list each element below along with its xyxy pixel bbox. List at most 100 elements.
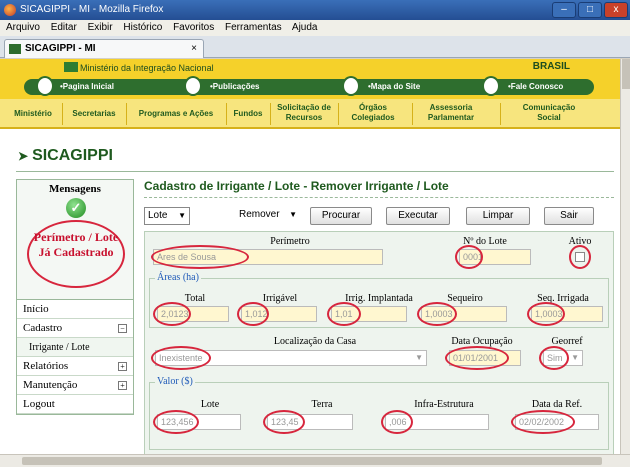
nlote-label: Nº do Lote (463, 236, 507, 247)
sidebar-item-cadastro[interactable]: Cadastro − (17, 319, 133, 338)
vertical-scrollbar[interactable] (620, 59, 630, 454)
clear-button[interactable]: Limpar (466, 207, 530, 225)
tab-bar: SICAGIPPI - MI × (0, 36, 630, 58)
page-title: Cadastro de Irrigante / Lote - Remover I… (144, 179, 449, 193)
ativo-checkbox[interactable] (575, 252, 585, 262)
local-field[interactable]: Inexistente ▼ (155, 350, 427, 366)
dropdown-arrow-icon: ▼ (178, 211, 186, 220)
nav-publicacoes[interactable]: •Publicações (210, 79, 260, 95)
nav-fale-conosco[interactable]: •Fale Conosco (508, 79, 563, 95)
sequeiro-field[interactable]: 1,0003 (421, 306, 507, 322)
georref-label: Georref (551, 336, 583, 347)
lote-value-field[interactable]: 123,456 (157, 414, 241, 430)
brasil-logo: BRASIL (532, 61, 570, 72)
infra-field[interactable]: ,006 (385, 414, 489, 430)
sidebar-item-inicio[interactable]: Início (17, 300, 133, 319)
lote-label: Lote (200, 399, 220, 410)
browser-tab[interactable]: SICAGIPPI - MI × (4, 39, 204, 58)
seqirrigada-label: Seq. Irrigada (537, 293, 589, 304)
execute-button[interactable]: Executar (386, 207, 450, 225)
window-title: SICAGIPPI - MI - Mozilla Firefox (20, 4, 164, 15)
georref-select[interactable]: Sim ▼ (543, 350, 583, 366)
gov-header: Ministério da Integração Nacional BRASIL… (0, 59, 620, 99)
close-window-button[interactable]: x (604, 2, 628, 18)
message-text: Perímetro / Lote Já Cadastrado (27, 220, 125, 288)
exit-button[interactable]: Sair (544, 207, 594, 225)
horizontal-scrollbar[interactable] (0, 454, 630, 467)
menu-historico[interactable]: Histórico (123, 22, 162, 33)
mainnav-programas[interactable]: Programas e Ações (130, 109, 222, 119)
dropdown-arrow-icon: ▼ (415, 353, 423, 362)
divider (16, 171, 614, 172)
mainnav-solicitacao[interactable]: Solicitação de Recursos (274, 103, 334, 123)
dataocup-label: Data Ocupação (451, 336, 513, 347)
expand-icon[interactable]: + (118, 362, 127, 371)
dropdown-arrow-icon: ▼ (571, 353, 579, 362)
messages-heading: Mensagens (49, 183, 101, 195)
gov-nav: •Pagina Inicial •Publicações •Mapa do Si… (24, 76, 594, 96)
mainnav-assessoria[interactable]: Assessoria Parlamentar (420, 103, 482, 123)
dropdown-arrow-icon: ▼ (289, 210, 297, 219)
expand-icon[interactable]: + (118, 381, 127, 390)
implantada-label: Irrig. Implantada (345, 293, 413, 304)
nav-pagina-inicial[interactable]: •Pagina Inicial (60, 79, 114, 95)
entity-select[interactable]: Lote ▼ (144, 207, 190, 225)
main-nav: Ministério Secretarias Programas e Ações… (0, 99, 620, 129)
dataocup-field[interactable]: 01/01/2001 (449, 350, 521, 366)
sidebar-item-irrigante-lote[interactable]: Irrigante / Lote (17, 338, 133, 357)
firefox-icon (4, 4, 16, 16)
sidebar-menu: Início Cadastro − Irrigante / Lote Relató… (16, 299, 134, 415)
contact-icon (482, 76, 500, 96)
nav-mapa-site[interactable]: •Mapa do Site (368, 79, 420, 95)
collapse-icon[interactable]: − (118, 324, 127, 333)
infra-label: Infra-Estrutura (414, 399, 474, 410)
menu-exibir[interactable]: Exibir (88, 22, 113, 33)
ministry-name[interactable]: Ministério da Integração Nacional (80, 63, 214, 73)
window-titlebar: SICAGIPPI - MI - Mozilla Firefox – □ x (0, 0, 630, 20)
irrigavel-field[interactable]: 1,012 (241, 306, 317, 322)
mainnav-ministerio[interactable]: Ministério (8, 109, 58, 119)
menu-arquivo[interactable]: Arquivo (6, 22, 40, 33)
tab-close-icon[interactable]: × (191, 40, 197, 58)
areas-legend: Áreas (ha) (155, 272, 201, 283)
irrigavel-label: Irrigável (262, 293, 298, 304)
sidebar-item-logout[interactable]: Logout (17, 395, 133, 414)
mainnav-fundos[interactable]: Fundos (230, 109, 266, 119)
home-icon (36, 76, 54, 96)
mainnav-secretarias[interactable]: Secretarias (66, 109, 122, 119)
terra-field[interactable]: 123,45 (267, 414, 353, 430)
mainnav-orgaos[interactable]: Órgãos Colegiados (346, 103, 400, 123)
valor-legend: Valor ($) (155, 376, 195, 387)
implantada-field[interactable]: 1,01 (331, 306, 407, 322)
sidebar-item-relatorios[interactable]: Relatórios + (17, 357, 133, 376)
flag-icon (64, 62, 78, 72)
mainnav-comunicacao[interactable]: Comunicação Social (516, 103, 582, 123)
action-select[interactable]: Remover ▼ (236, 207, 300, 225)
toolbar: Lote ▼ Remover ▼ Procurar Executar Limpar … (144, 205, 614, 227)
terra-label: Terra (311, 399, 333, 410)
menu-ferramentas[interactable]: Ferramentas (225, 22, 282, 33)
minimize-button[interactable]: – (552, 2, 576, 18)
dataref-field[interactable]: 02/02/2002 (515, 414, 599, 430)
check-icon: ✓ (66, 198, 86, 218)
sequeiro-label: Sequeiro (447, 293, 483, 304)
total-field[interactable]: 2,0123 (157, 306, 229, 322)
menu-ajuda[interactable]: Ajuda (292, 22, 318, 33)
menu-bar: Arquivo Editar Exibir Histórico Favorito… (0, 20, 630, 36)
nlote-field[interactable]: 0001 (459, 249, 531, 265)
perimetro-field[interactable]: Ares de Sousa (153, 249, 383, 265)
lote-form: Perímetro Ares de Sousa Nº do Lote 0001 … (144, 231, 614, 454)
menu-favoritos[interactable]: Favoritos (173, 22, 214, 33)
maximize-button[interactable]: □ (578, 2, 602, 18)
publications-icon (184, 76, 202, 96)
sidebar-item-manutencao[interactable]: Manutenção + (17, 376, 133, 395)
menu-editar[interactable]: Editar (51, 22, 77, 33)
tab-label: SICAGIPPI - MI (25, 43, 96, 54)
ativo-label: Ativo (568, 236, 592, 247)
seqirrigada-field[interactable]: 1,0003 (531, 306, 603, 322)
brand-arrows-icon: ➤ (18, 149, 29, 163)
perimetro-label: Perímetro (270, 236, 310, 247)
map-icon (342, 76, 360, 96)
search-button[interactable]: Procurar (310, 207, 372, 225)
dataref-label: Data da Ref. (531, 399, 583, 410)
